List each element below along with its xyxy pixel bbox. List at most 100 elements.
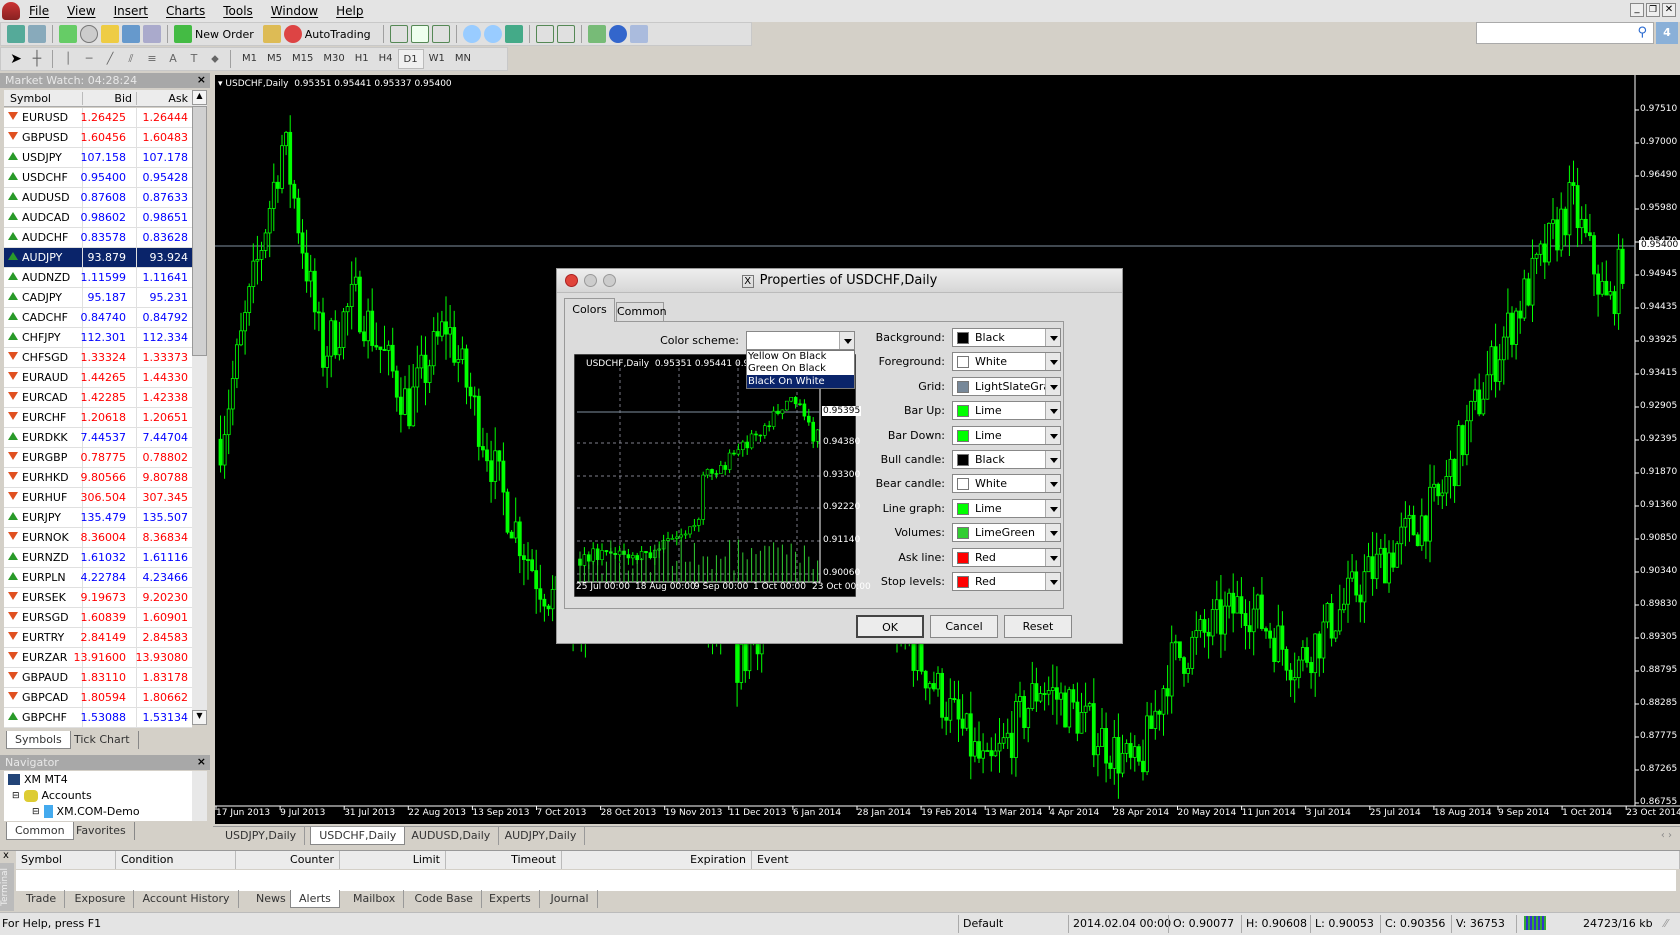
terminal-tab-experts[interactable]: Experts bbox=[481, 890, 540, 908]
preview-candle bbox=[727, 449, 732, 474]
candle bbox=[985, 742, 990, 752]
color-select[interactable]: White bbox=[952, 352, 1061, 372]
chevron-down-icon[interactable] bbox=[1045, 451, 1060, 468]
candle bbox=[230, 360, 235, 426]
terminal-tab-account-history[interactable]: Account History bbox=[135, 890, 239, 908]
terminal-tab-alerts[interactable]: Alerts bbox=[290, 890, 340, 908]
chevron-down-icon[interactable] bbox=[1045, 499, 1060, 517]
chevron-down-icon[interactable] bbox=[1045, 426, 1060, 444]
chevron-down-icon[interactable] bbox=[1045, 402, 1060, 420]
candle bbox=[1239, 577, 1244, 628]
column-timeout[interactable]: Timeout bbox=[446, 851, 562, 869]
candle bbox=[1292, 652, 1297, 703]
chevron-down-icon[interactable] bbox=[1045, 329, 1060, 346]
candle bbox=[218, 415, 223, 473]
chevron-down-icon[interactable] bbox=[1045, 377, 1060, 395]
chevron-down-icon[interactable] bbox=[1045, 573, 1060, 590]
candle bbox=[1608, 281, 1613, 300]
candle bbox=[1473, 378, 1477, 411]
candle bbox=[989, 737, 994, 772]
column-counter[interactable]: Counter bbox=[236, 851, 340, 869]
candle bbox=[1268, 622, 1272, 649]
candle bbox=[415, 345, 420, 413]
candle bbox=[1559, 192, 1564, 257]
color-select[interactable]: LimeGreen bbox=[952, 523, 1061, 543]
candle bbox=[1124, 739, 1129, 763]
status-help: For Help, press F1 bbox=[2, 917, 102, 930]
candle bbox=[1477, 373, 1482, 417]
candle bbox=[308, 254, 313, 298]
price-tick-label: 0.88795 bbox=[1640, 665, 1678, 675]
reset-button[interactable]: Reset bbox=[1004, 615, 1072, 638]
scroll-tabs-icon[interactable]: ‹ › bbox=[1661, 830, 1672, 841]
preview-date-label: 9 Sep 00:00 bbox=[694, 582, 749, 592]
resize-grip-icon[interactable]: ⁄⁄ bbox=[1664, 917, 1668, 930]
candle bbox=[1579, 206, 1584, 245]
candle bbox=[1538, 240, 1543, 266]
color-select[interactable]: Black bbox=[952, 450, 1061, 469]
color-swatch bbox=[957, 576, 969, 588]
close-icon[interactable]: x bbox=[3, 850, 9, 861]
preview-candle bbox=[701, 471, 705, 525]
candle bbox=[1534, 252, 1539, 275]
color-select[interactable]: White bbox=[952, 474, 1061, 494]
preview-header: USDCHF,Daily 0.95351 0.95441 0.9533 bbox=[586, 359, 767, 369]
terminal-tab-code-base[interactable]: Code Base bbox=[407, 890, 482, 908]
candle bbox=[275, 175, 280, 203]
candle bbox=[292, 179, 297, 209]
color-select[interactable]: Black bbox=[952, 328, 1061, 347]
candle bbox=[390, 327, 395, 378]
candle bbox=[1510, 306, 1514, 358]
candle bbox=[1616, 233, 1621, 330]
candle bbox=[1428, 464, 1432, 563]
candle bbox=[304, 229, 309, 293]
tab-colors[interactable]: Colors bbox=[564, 298, 615, 322]
chart-tab[interactable]: AUDUSD,Daily bbox=[403, 827, 500, 845]
chart-tab[interactable]: AUDJPY,Daily bbox=[497, 827, 586, 845]
terminal-tab-mailbox[interactable]: Mailbox bbox=[345, 890, 405, 908]
column-symbol[interactable]: Symbol bbox=[16, 851, 116, 869]
chevron-down-icon[interactable] bbox=[1045, 353, 1060, 371]
candle bbox=[1059, 682, 1063, 716]
color-select[interactable]: LightSlateGray bbox=[952, 376, 1061, 396]
cancel-button[interactable]: Cancel bbox=[930, 615, 998, 638]
color-select[interactable]: Lime bbox=[952, 425, 1061, 445]
status-open: O: 0.90077 bbox=[1173, 917, 1235, 930]
color-select[interactable]: Lime bbox=[952, 401, 1061, 421]
chart-tab[interactable]: USDJPY,Daily bbox=[217, 827, 306, 845]
candle bbox=[1411, 505, 1416, 536]
terminal-tab-news[interactable]: News bbox=[248, 890, 295, 908]
color-select[interactable]: Lime bbox=[952, 498, 1061, 518]
chevron-down-icon[interactable] bbox=[1045, 524, 1060, 542]
candle bbox=[1042, 682, 1047, 711]
connection-status-icon[interactable] bbox=[1524, 916, 1546, 930]
terminal-tab-journal[interactable]: Journal bbox=[543, 890, 598, 908]
candle bbox=[480, 427, 485, 458]
tab-common[interactable]: Common bbox=[616, 302, 667, 321]
date-tick-label: 18 Aug 2014 bbox=[1433, 808, 1492, 818]
dialog-titlebar[interactable]: X Properties of USDCHF,Daily bbox=[557, 269, 1122, 293]
column-condition[interactable]: Condition bbox=[116, 851, 236, 869]
candle bbox=[932, 671, 936, 692]
color-select[interactable]: Red bbox=[952, 572, 1061, 591]
candle bbox=[1067, 686, 1072, 734]
alerts-list[interactable] bbox=[16, 870, 1676, 891]
status-close: C: 0.90356 bbox=[1385, 917, 1446, 930]
ok-button[interactable]: OK bbox=[856, 615, 924, 638]
candle bbox=[1563, 206, 1568, 246]
terminal-tab-exposure[interactable]: Exposure bbox=[67, 890, 135, 908]
column-event[interactable]: Event bbox=[752, 851, 1680, 869]
terminal-tab-trade[interactable]: Trade bbox=[18, 890, 66, 908]
chart-tab[interactable]: USDCHF,Daily bbox=[310, 827, 406, 845]
chevron-down-icon[interactable] bbox=[1045, 475, 1060, 493]
candle bbox=[1403, 501, 1408, 547]
candle bbox=[1542, 223, 1547, 280]
chevron-down-icon[interactable] bbox=[1045, 548, 1060, 566]
candle bbox=[1506, 288, 1510, 360]
color-select[interactable]: Red bbox=[952, 547, 1061, 567]
candle bbox=[1440, 479, 1445, 510]
candle bbox=[1235, 580, 1240, 614]
column-expiration[interactable]: Expiration bbox=[562, 851, 752, 869]
column-limit[interactable]: Limit bbox=[340, 851, 446, 869]
candle bbox=[743, 643, 748, 683]
